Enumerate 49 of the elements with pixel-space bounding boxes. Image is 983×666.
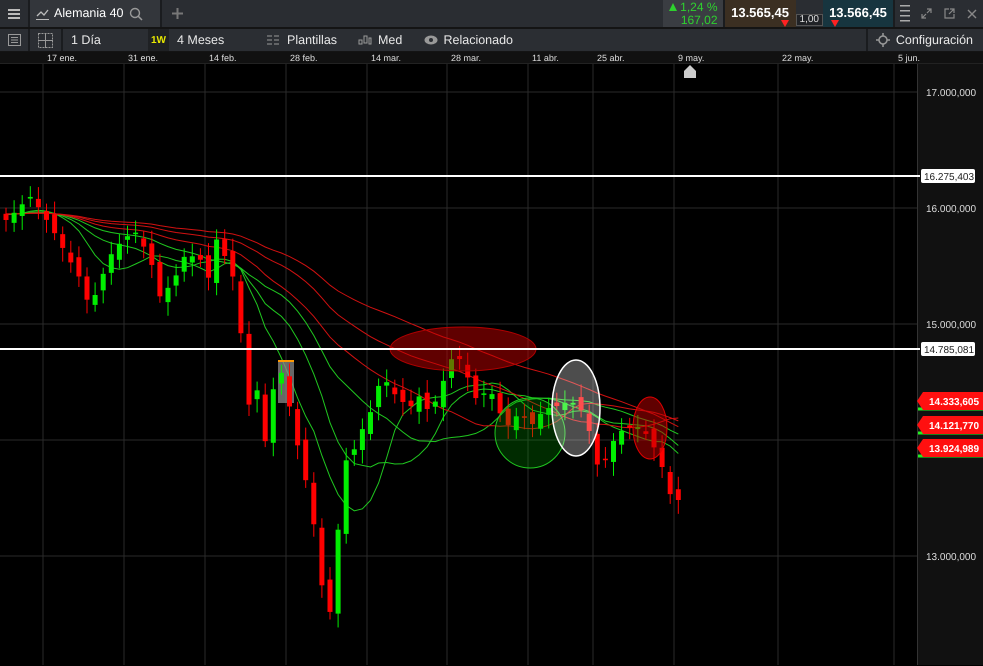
date-label: 17 ene. — [47, 52, 78, 64]
layout-grid-icon[interactable] — [38, 32, 53, 48]
price-axis-label: 16.000,000 — [926, 204, 976, 215]
sell-price-button[interactable]: 13.565,45 — [724, 0, 796, 27]
date-label: 14 mar. — [371, 52, 402, 64]
level-price-label: 14.785,081 — [924, 345, 974, 356]
date-label: 5 jun. — [898, 52, 920, 64]
settings-button[interactable]: Configuración — [868, 29, 983, 51]
settings-icon — [876, 33, 890, 47]
date-label: 28 mar. — [451, 52, 482, 64]
change-percent: 1,24 % — [680, 0, 718, 14]
candlestick-icon — [358, 34, 372, 46]
search-icon[interactable] — [128, 6, 142, 20]
price-tag: 14.333,605 — [917, 392, 983, 410]
period-dropdown[interactable]: 4 Meses — [169, 29, 259, 51]
add-tab-icon[interactable] — [172, 8, 182, 19]
measure-button[interactable]: Med — [350, 29, 416, 51]
line-chart-icon — [36, 8, 49, 20]
change-points: 167,02 — [680, 14, 718, 26]
price-tag: 13.924,989 — [917, 439, 983, 457]
date-label: 22 may. — [782, 52, 814, 64]
date-label: 9 may. — [678, 52, 704, 64]
period-badge: 1W — [148, 29, 169, 51]
menu-icon[interactable] — [8, 8, 20, 18]
templates-button[interactable]: Plantillas — [259, 29, 350, 51]
price-axis-label: 17.000,000 — [926, 88, 976, 99]
close-icon[interactable] — [967, 8, 977, 18]
date-marker-icon — [684, 65, 696, 78]
level-price-label: 16.275,403 — [924, 172, 974, 183]
date-label: 25 abr. — [597, 52, 625, 64]
price-tag: 14.121,770 — [917, 416, 983, 434]
date-label: 31 ene. — [128, 52, 158, 64]
related-button[interactable]: Relacionado — [416, 29, 521, 51]
highlight-ellipse — [632, 396, 668, 460]
sliders-icon — [267, 34, 281, 46]
price-axis-label: 13.000,000 — [926, 552, 976, 563]
eye-icon — [424, 35, 438, 45]
date-label: 28 feb. — [290, 52, 318, 64]
date-label: 11 abr. — [532, 52, 559, 64]
date-label: 14 feb. — [209, 52, 237, 64]
spread-value: 1,00 — [796, 14, 823, 26]
expand-icon[interactable] — [921, 8, 932, 19]
price-axis-label: 15.000,000 — [926, 320, 976, 331]
popout-icon[interactable] — [944, 8, 955, 19]
drag-handle-icon[interactable] — [900, 4, 910, 24]
list-icon[interactable] — [8, 34, 20, 46]
up-arrow-icon — [669, 3, 678, 11]
interval-dropdown[interactable]: 1 Día — [63, 29, 148, 51]
buy-price-button[interactable]: 13.566,45 — [823, 0, 895, 27]
